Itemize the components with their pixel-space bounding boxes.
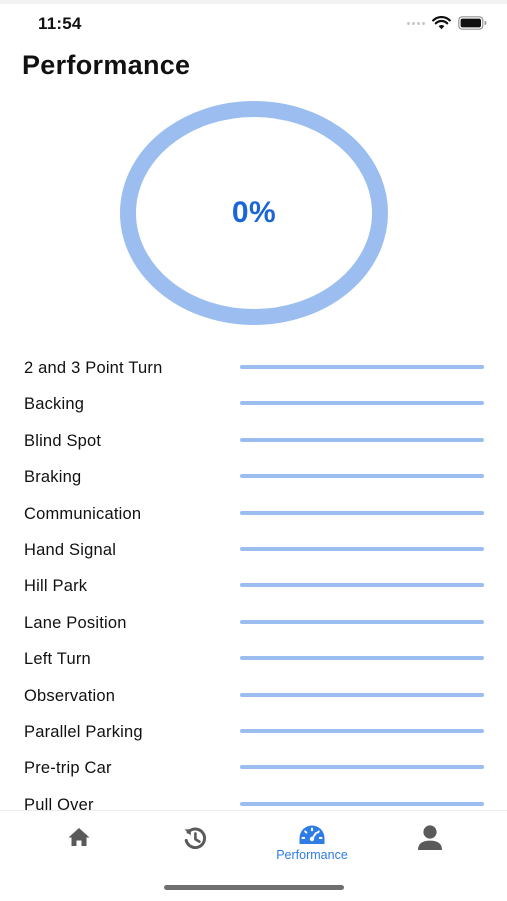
skill-row[interactable]: Braking xyxy=(0,458,507,494)
skill-progress-bar xyxy=(240,656,484,661)
home-indicator[interactable] xyxy=(164,885,344,890)
wifi-icon xyxy=(432,16,451,30)
skill-row[interactable]: 2 and 3 Point Turn xyxy=(0,349,507,385)
skill-row[interactable]: Observation xyxy=(0,677,507,713)
profile-icon xyxy=(418,825,442,850)
skill-label: Communication xyxy=(24,504,142,523)
skill-progress-bar xyxy=(240,728,484,733)
skill-row[interactable]: Communication xyxy=(0,495,507,531)
skill-row[interactable]: Hill Park xyxy=(0,567,507,603)
skill-label: Hill Park xyxy=(24,577,88,596)
skill-progress-bar xyxy=(240,765,484,770)
skill-progress-bar xyxy=(240,365,484,369)
tab-home[interactable] xyxy=(29,823,129,873)
tab-performance[interactable]: Performance xyxy=(262,823,362,873)
tab-history[interactable] xyxy=(145,823,245,873)
speedometer-icon xyxy=(299,825,325,844)
skill-progress-bar xyxy=(240,437,484,442)
skill-row[interactable]: Hand Signal xyxy=(0,531,507,567)
skill-label: Lane Position xyxy=(24,613,127,632)
skill-progress-bar xyxy=(240,546,484,551)
skill-progress-bar xyxy=(240,510,484,515)
status-time: 11:54 xyxy=(38,14,82,33)
skill-row[interactable]: Left Turn xyxy=(0,640,507,676)
skill-row[interactable]: Lane Position xyxy=(0,604,507,640)
skill-label: Pre-trip Car xyxy=(24,759,112,778)
page-title: Performance xyxy=(22,50,191,80)
skill-label: Left Turn xyxy=(24,650,91,669)
skill-label: Pull Over xyxy=(24,795,94,810)
skill-label: Observation xyxy=(24,686,116,705)
skill-progress-bar xyxy=(240,401,484,406)
skill-row[interactable]: Parallel Parking xyxy=(0,713,507,749)
battery-icon xyxy=(458,16,487,30)
cellular-signal-icon xyxy=(407,21,425,25)
skill-row[interactable]: Backing xyxy=(0,385,507,421)
skills-list[interactable]: 2 and 3 Point Turn Backing Blind Spot Br… xyxy=(0,349,507,810)
overall-percent: 0% xyxy=(231,196,277,229)
skill-row[interactable]: Pull Over xyxy=(0,786,507,810)
skill-progress-bar xyxy=(240,583,484,588)
skill-label: 2 and 3 Point Turn xyxy=(24,359,163,377)
skill-progress-bar xyxy=(240,692,484,697)
skill-row[interactable]: Pre-trip Car xyxy=(0,749,507,785)
status-icons xyxy=(407,16,487,30)
home-icon xyxy=(68,828,90,846)
skill-label: Hand Signal xyxy=(24,540,117,559)
skill-label: Blind Spot xyxy=(24,431,102,450)
skill-label: Braking xyxy=(24,468,82,487)
skill-label: Parallel Parking xyxy=(24,722,143,741)
skill-progress-bar xyxy=(240,474,484,479)
tab-profile[interactable] xyxy=(380,823,480,873)
tab-performance-label: Performance xyxy=(276,848,348,862)
skill-row[interactable]: Blind Spot xyxy=(0,422,507,458)
overall-progress-ring: 0% xyxy=(118,100,390,326)
skill-progress-bar xyxy=(240,619,484,624)
history-icon xyxy=(184,827,207,850)
status-bar: 11:54 xyxy=(0,0,507,48)
skill-label: Backing xyxy=(24,395,85,414)
skill-progress-bar xyxy=(240,801,484,806)
